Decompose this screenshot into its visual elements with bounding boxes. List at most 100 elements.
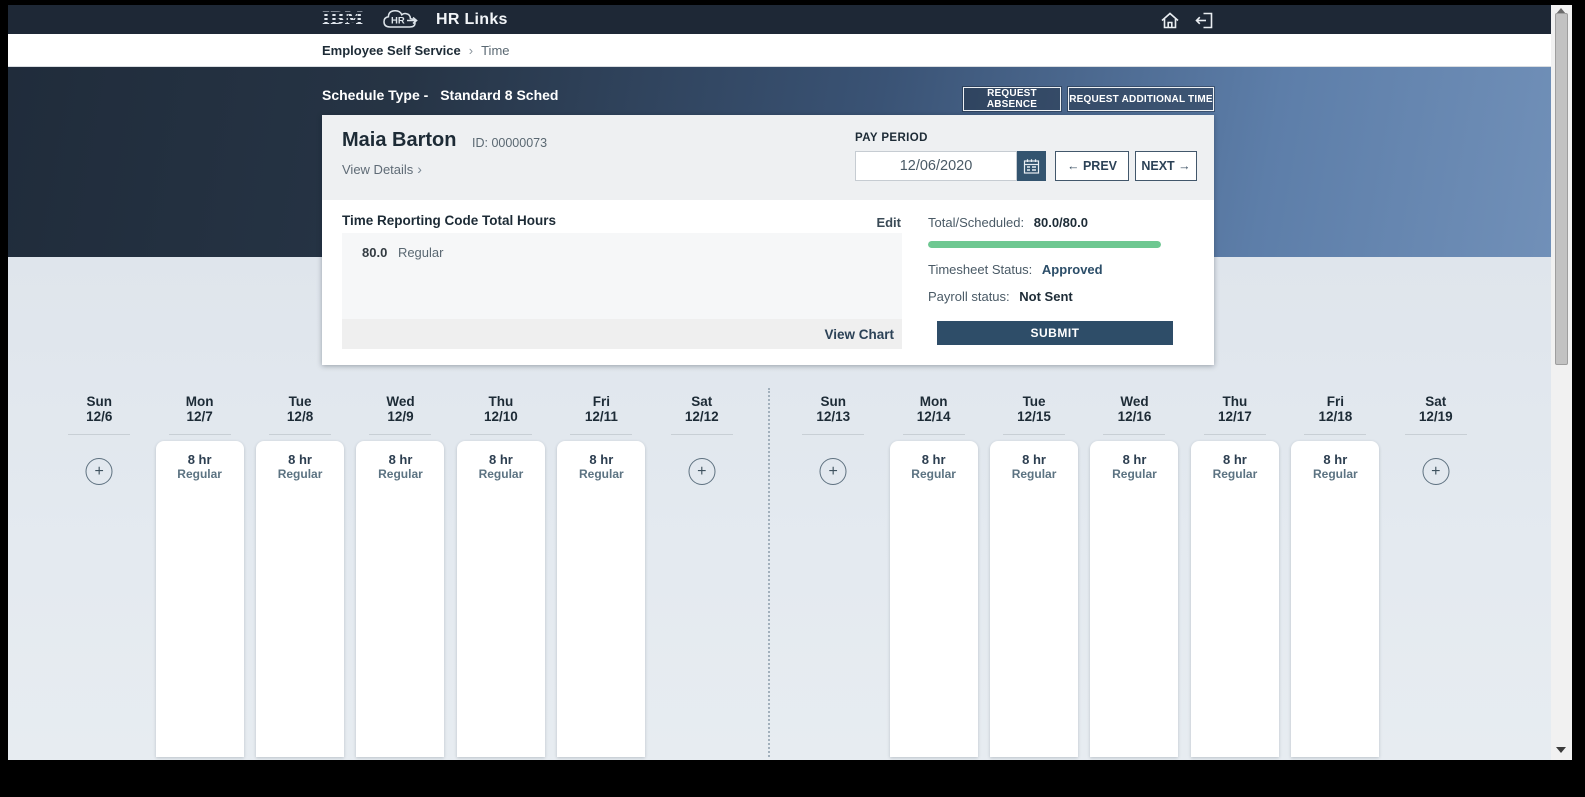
day-date: 12/7	[186, 409, 213, 424]
submit-button[interactable]: SUBMIT	[937, 321, 1173, 345]
day-name: Wed	[1120, 394, 1149, 409]
timesheet-status-value: Approved	[1041, 262, 1103, 277]
day-header: Wed 12/9	[350, 388, 450, 424]
add-time-button[interactable]: +	[819, 458, 847, 485]
entry-hours-label: 8 hr	[288, 452, 312, 467]
day-date: 12/10	[484, 409, 518, 424]
time-entry-card[interactable]: 8 hr Regular	[1291, 441, 1380, 757]
day-column-mon-12-14: Mon 12/14 8 hr Regular	[883, 388, 983, 757]
total-scheduled-row: Total/Scheduled: 80.0/80.0	[928, 215, 1088, 230]
time-entry-card[interactable]: 8 hr Regular	[889, 441, 978, 757]
entry-code-label: Regular	[378, 467, 423, 481]
next-pay-period-button[interactable]: NEXT →	[1135, 151, 1197, 181]
day-header-underline	[269, 434, 332, 435]
entry-hours-label: 8 hr	[1223, 452, 1247, 467]
pay-period-label: PAY PERIOD	[855, 132, 928, 144]
day-header-underline	[369, 434, 432, 435]
day-name: Fri	[1326, 394, 1344, 409]
day-header-underline	[1103, 434, 1166, 435]
view-details-link[interactable]: View Details ›	[342, 161, 422, 177]
trc-section-title: Time Reporting Code Total Hours	[342, 213, 557, 228]
time-entry-card[interactable]: 8 hr Regular	[155, 441, 244, 757]
time-entry-card[interactable]: 8 hr Regular	[557, 441, 646, 757]
day-header: Thu 12/17	[1185, 388, 1285, 424]
time-entry-card[interactable]: 8 hr Regular	[256, 441, 345, 757]
scrollbar-thumb[interactable]	[1555, 13, 1568, 365]
entry-code-label: Regular	[911, 467, 956, 481]
total-scheduled-label: Total/Scheduled:	[928, 215, 1025, 230]
day-column-tue-12-8: Tue 12/8 8 hr Regular	[250, 388, 350, 757]
prev-pay-period-button[interactable]: ← PREV	[1055, 151, 1129, 181]
day-header-underline	[1203, 434, 1266, 435]
day-header-underline	[1404, 434, 1467, 435]
plus-icon: +	[1431, 462, 1441, 480]
request-additional-time-button[interactable]: REQUEST ADDITIONAL TIME	[1068, 87, 1214, 111]
time-entry-card[interactable]: 8 hr Regular	[356, 441, 445, 757]
plus-icon: +	[697, 462, 707, 480]
day-column-fri-12-18: Fri 12/18 8 hr Regular	[1285, 388, 1385, 757]
edit-link[interactable]: Edit	[861, 215, 901, 230]
day-name: Sun	[86, 394, 112, 409]
entry-code-label: Regular	[1011, 467, 1057, 481]
day-name: Sun	[820, 394, 846, 409]
entry-code-label: Regular	[579, 467, 624, 481]
day-name: Thu	[488, 394, 514, 409]
entry-code-label: Regular	[478, 467, 524, 481]
day-header-underline	[1003, 434, 1066, 435]
day-column-sat-12-12: Sat 12/12 +	[652, 388, 752, 757]
add-time-button[interactable]: +	[1422, 458, 1450, 485]
payroll-status-row: Payroll status: Not Sent	[928, 289, 1073, 304]
chevron-right-icon: ›	[417, 161, 422, 177]
total-scheduled-value: 80.0/80.0	[1033, 215, 1088, 230]
sign-out-icon[interactable]	[1194, 10, 1216, 30]
scroll-down-icon[interactable]	[1556, 747, 1566, 753]
entry-code-label: Regular	[1313, 467, 1358, 481]
day-date: 12/17	[1218, 409, 1252, 424]
calendar-picker-button[interactable]	[1017, 151, 1046, 181]
pay-period-date-input[interactable]	[855, 151, 1017, 181]
time-entry-card[interactable]: 8 hr Regular	[990, 441, 1079, 757]
left-arrow-icon: ←	[1066, 159, 1080, 173]
day-header: Sat 12/12	[652, 388, 752, 424]
employee-id: ID: 00000073	[472, 136, 548, 150]
entry-code-label: Regular	[277, 467, 323, 481]
view-chart-strip: View Chart	[342, 319, 902, 349]
day-header: Tue 12/8	[250, 388, 350, 424]
time-entry-card[interactable]: 8 hr Regular	[456, 441, 545, 757]
app-title: HR Links	[436, 11, 508, 28]
day-header-underline	[1304, 434, 1367, 435]
payroll-status-value: Not Sent	[1019, 289, 1073, 304]
vertical-scrollbar[interactable]	[1551, 5, 1572, 760]
entry-hours-label: 8 hr	[1122, 452, 1147, 467]
day-header: Sun 12/6	[49, 388, 149, 424]
day-header-underline	[670, 434, 733, 435]
time-entry-card[interactable]: 8 hr Regular	[1090, 441, 1179, 757]
day-header: Fri 12/18	[1285, 388, 1385, 424]
day-column-sun-12-13: Sun 12/13 +	[783, 388, 883, 757]
home-icon[interactable]	[1160, 10, 1182, 30]
entry-hours-label: 8 hr	[388, 452, 413, 467]
top-bar: IBM HR HR Links	[8, 5, 1572, 34]
entry-hours-label: 8 hr	[187, 452, 212, 467]
timesheet-status-row: Timesheet Status: Approved	[928, 262, 1103, 277]
schedule-type-label: Schedule Type -	[322, 87, 429, 103]
add-time-button[interactable]: +	[85, 458, 113, 485]
day-name: Thu	[1222, 394, 1248, 409]
employee-timesheet-card: Maia Barton ID: 00000073 View Details › P…	[322, 115, 1214, 365]
breadcrumb-employee-self-service[interactable]: Employee Self Service	[322, 43, 461, 58]
request-absence-button[interactable]: REQUEST ABSENCE	[963, 87, 1061, 111]
day-header: Fri 12/11	[551, 388, 651, 424]
day-date: 12/18	[1318, 409, 1353, 424]
day-header: Sun 12/13	[783, 388, 883, 424]
app-viewport: IBM HR HR Links Employee Self Service › …	[8, 5, 1572, 760]
day-date: 12/12	[684, 409, 719, 424]
day-name: Mon	[185, 394, 214, 409]
day-date: 12/16	[1117, 409, 1152, 424]
hr-cloud-logo-icon: HR	[380, 7, 426, 33]
entry-hours-label: 8 hr	[1323, 452, 1348, 467]
view-chart-link[interactable]: View Chart	[824, 327, 894, 342]
day-column-wed-12-16: Wed 12/16 8 hr Regular	[1084, 388, 1184, 757]
time-entry-card[interactable]: 8 hr Regular	[1190, 441, 1279, 757]
svg-text:HR: HR	[391, 16, 405, 27]
add-time-button[interactable]: +	[688, 458, 716, 485]
